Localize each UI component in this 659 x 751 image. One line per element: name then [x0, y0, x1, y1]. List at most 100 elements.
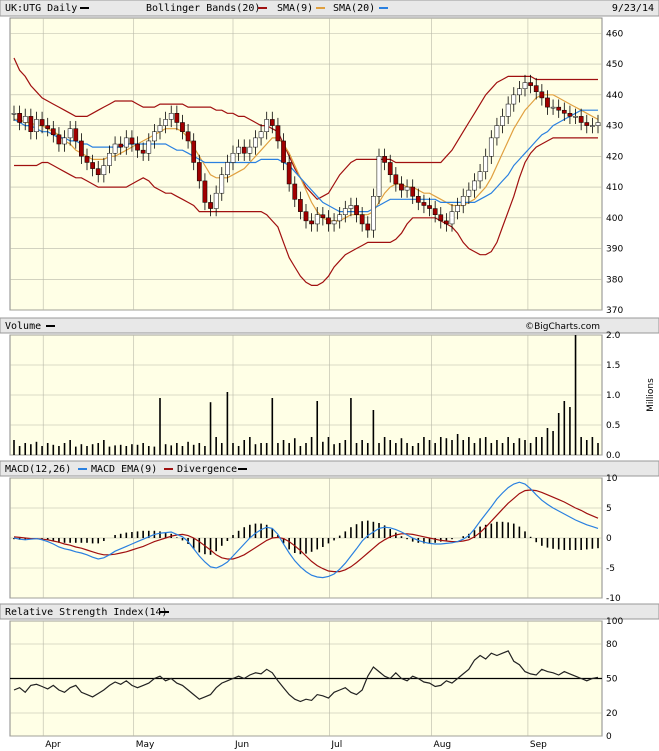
candle-body — [258, 131, 264, 139]
rsi-y-axis: 0 20 50 80 100 — [606, 617, 623, 742]
price-plot-area — [9, 17, 603, 311]
candle-body — [264, 119, 270, 132]
rsi-label: Relative Strength Index(14) — [5, 607, 168, 618]
volume-tick-label: 1.5 — [606, 361, 620, 371]
candle-body — [404, 186, 410, 191]
candle-body — [286, 162, 292, 185]
price-tick-label: 420 — [606, 152, 623, 162]
candle-body — [241, 146, 247, 154]
candle-body — [79, 140, 84, 157]
candle-body — [28, 116, 34, 132]
candle-body — [196, 162, 202, 182]
candle-body — [320, 214, 326, 219]
candle-body — [39, 119, 45, 126]
candle-body — [483, 156, 489, 172]
candle-body — [135, 143, 140, 151]
bollinger-label: Bollinger Bands(20) — [146, 3, 260, 14]
candle-body — [67, 128, 73, 139]
candle-body — [348, 205, 354, 209]
candle-body — [112, 143, 118, 154]
candle-body — [168, 113, 174, 120]
volume-unit-label: Millions — [646, 378, 656, 412]
candle-body — [578, 116, 584, 123]
candle-body — [292, 183, 298, 200]
month-label-aug: Aug — [434, 740, 452, 750]
rsi-legend-swatch — [160, 611, 169, 613]
candle-body — [152, 131, 157, 142]
candle-body — [438, 214, 444, 222]
price-tick-label: 430 — [606, 122, 623, 132]
candle-body — [595, 122, 601, 126]
candle-body — [539, 91, 545, 99]
macd-tick-label: 5 — [606, 504, 612, 514]
date-label: 9/23/14 — [612, 3, 654, 14]
volume-legend-swatch — [46, 325, 55, 327]
candle-body — [11, 113, 17, 115]
candle-body — [331, 220, 337, 225]
divergence-legend-swatch — [238, 468, 247, 470]
candle-body — [342, 208, 348, 215]
candle-body — [393, 174, 399, 185]
candle-body — [180, 122, 185, 132]
candle-body — [298, 199, 303, 212]
sma9-legend-swatch — [316, 7, 325, 9]
candle-body — [281, 140, 286, 163]
bollinger-legend-swatch — [258, 7, 267, 9]
candle-body — [309, 220, 314, 225]
candle-body — [202, 180, 208, 203]
candle-body — [550, 106, 556, 109]
candle-body — [365, 223, 371, 231]
candle-body — [561, 109, 567, 114]
candle-body — [157, 125, 163, 132]
rsi-tick-label: 50 — [606, 675, 618, 685]
price-tick-label: 450 — [606, 60, 623, 70]
candle-body — [107, 152, 112, 166]
candle-body — [236, 146, 241, 154]
month-label-may: May — [136, 740, 155, 750]
candle-body — [500, 116, 505, 126]
candle-body — [382, 156, 387, 163]
candle-body — [545, 97, 550, 108]
stock-chart-svg: UK:UTG Daily Bollinger Bands(20) SMA(9) … — [0, 0, 659, 750]
volume-tick-label: 1.0 — [606, 391, 621, 401]
price-tick-label: 390 — [606, 245, 623, 255]
candle-body — [73, 128, 79, 142]
month-label-sep: Sep — [530, 740, 547, 750]
candle-body — [247, 146, 253, 154]
rsi-tick-label: 100 — [606, 617, 623, 627]
candle-body — [573, 116, 578, 118]
candle-body — [371, 196, 376, 231]
price-tick-label: 370 — [606, 306, 623, 316]
candle-body — [455, 205, 460, 212]
candle-body — [140, 149, 146, 154]
candle-body — [466, 189, 472, 197]
candle-body — [477, 171, 483, 182]
month-label-jun: Jun — [234, 740, 249, 750]
candle-body — [225, 162, 230, 176]
candle-body — [208, 202, 213, 209]
macd-legend-swatch — [78, 468, 87, 470]
price-tick-label: 410 — [606, 183, 623, 193]
candle-body — [303, 211, 309, 222]
price-header-bar — [0, 0, 659, 17]
candle-body — [95, 168, 101, 176]
candle-body — [528, 82, 533, 86]
candle-body — [230, 152, 236, 163]
price-tick-label: 440 — [606, 91, 623, 101]
candle-body — [460, 196, 466, 206]
candle-body — [101, 165, 107, 176]
candle-body — [45, 125, 51, 129]
macd-ema-label: MACD EMA(9) — [91, 464, 157, 475]
candle-body — [123, 137, 129, 148]
candle-body — [517, 88, 522, 96]
candle-body — [427, 205, 432, 209]
macd-y-axis: -10 -5 0 5 10 — [606, 474, 621, 604]
rsi-tick-label: 0 — [606, 732, 612, 742]
candle-body — [129, 137, 135, 145]
macd-tick-label: 10 — [606, 474, 618, 484]
candle-body — [387, 162, 393, 176]
price-y-axis: 370 380 390 400 410 420 430 440 450 460 — [606, 29, 623, 316]
volume-tick-label: 2.0 — [606, 331, 621, 341]
candle-body — [163, 119, 168, 126]
candle-body — [505, 103, 511, 117]
